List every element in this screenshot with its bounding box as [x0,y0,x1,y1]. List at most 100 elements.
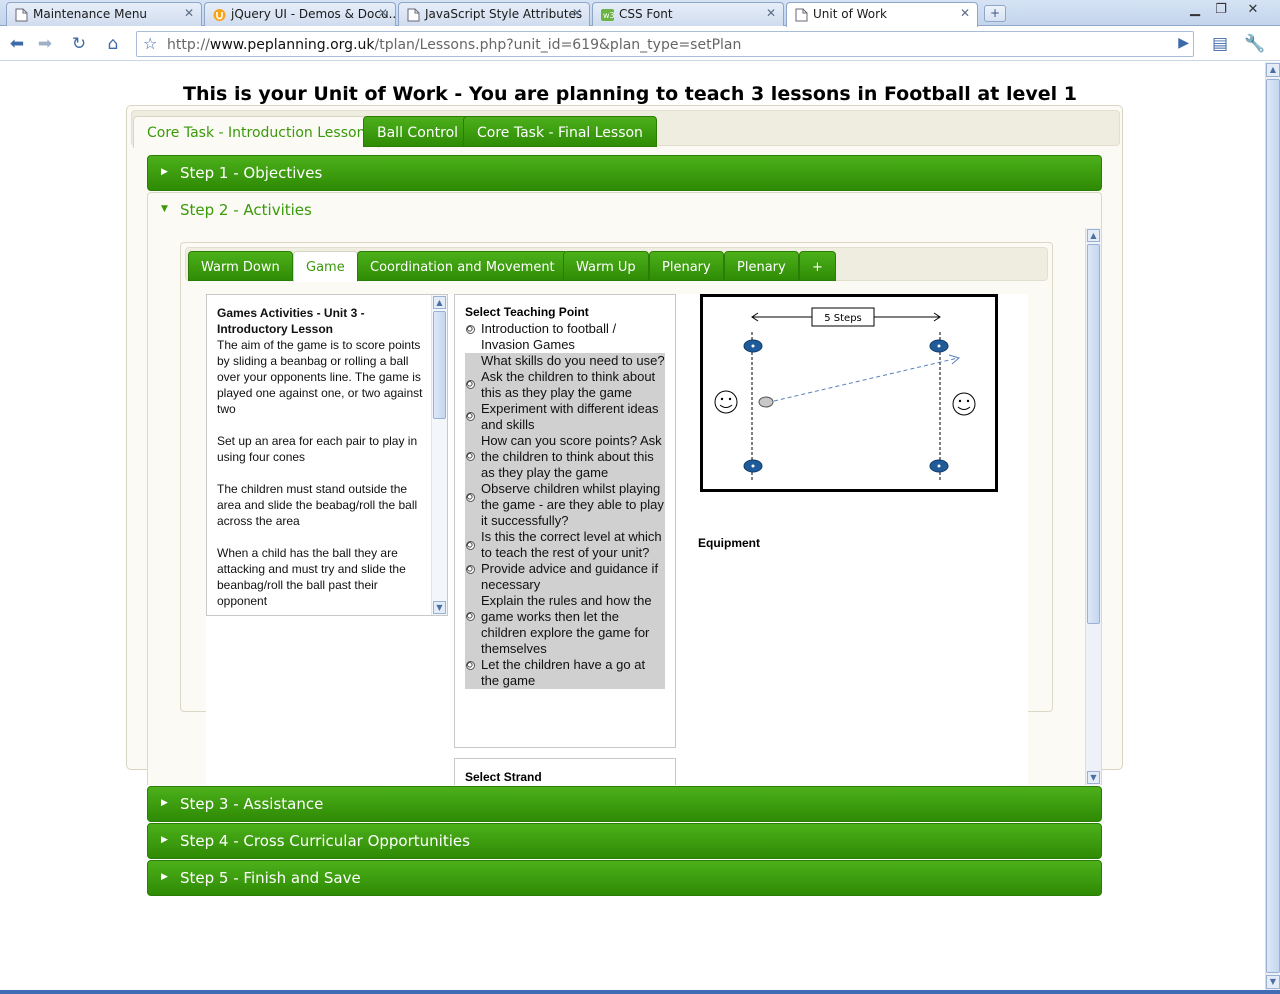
close-icon[interactable]: ✕ [378,6,388,20]
teaching-point-item[interactable]: Provide advice and guidance if necessary [465,561,665,593]
scroll-up-icon[interactable]: ▲ [433,296,446,309]
teaching-point-item[interactable]: Experiment with different ideas and skil… [465,401,665,433]
teaching-point-item[interactable]: Observe children whilst playing the game… [465,481,665,529]
description-paragraph: The children must stand outside the area… [217,482,418,528]
close-icon[interactable]: ✕ [960,6,970,20]
football-icon [466,380,475,389]
step-2-scrollbar[interactable]: ▲ ▼ [1085,228,1101,785]
equipment-label: Equipment [698,536,760,550]
football-icon [466,452,475,461]
teaching-point-item[interactable]: What skills do you need to use? Ask the … [465,353,665,401]
back-icon[interactable]: ⬅ [4,31,30,57]
w3schools-icon: w3 [601,9,614,21]
teaching-point-text: Let the children have a go at the game [481,657,646,688]
scroll-up-icon[interactable]: ▲ [1087,229,1100,242]
browser-tab-css-font[interactable]: w3 CSS Font ✕ [592,2,784,26]
teaching-point-item[interactable]: How can you score points? Ask the childr… [465,433,665,481]
tab-core-task-introduction[interactable]: Core Task - Introduction Lesson [133,116,380,148]
distance-label: 5 Steps [824,313,862,324]
description-scrollbar[interactable]: ▲ ▼ [431,295,447,615]
teaching-point-text: What skills do you need to use? Ask the … [481,353,665,400]
teaching-point-item[interactable]: Explain the rules and how the game works… [465,593,665,657]
new-tab-button[interactable]: + [984,5,1006,22]
tab-warm-up[interactable]: Warm Up [563,251,649,281]
triangle-down-icon: ▼ [161,204,168,214]
scroll-down-icon[interactable]: ▼ [1266,975,1280,989]
tab-coordination-movement[interactable]: Coordination and Movement [357,251,568,281]
browser-tab-label: Unit of Work [813,7,888,21]
teaching-point-title: Select Teaching Point [465,305,589,319]
triangle-right-icon: ▶ [161,872,168,882]
url-text: http://www.peplanning.org.uk/tplan/Lesso… [167,37,742,53]
tab-warm-down[interactable]: Warm Down [188,251,293,281]
close-icon[interactable]: ✕ [184,6,194,20]
scroll-down-icon[interactable]: ▼ [433,601,446,614]
browser-tab-strip: Maintenance Menu ✕ jQuery UI - Demos & D… [0,0,1280,27]
activity-description: Games Activities - Unit 3 - Introductory… [217,305,425,615]
step-2-header[interactable]: ▼ Step 2 - Activities [147,192,1102,228]
teaching-point-text: Experiment with different ideas and skil… [481,401,659,432]
step-3-header[interactable]: ▶ Step 3 - Assistance [147,786,1102,822]
browser-tab-jquery-ui[interactable]: jQuery UI - Demos & Docu... ✕ [204,2,396,26]
football-icon [466,612,475,621]
tab-core-task-final[interactable]: Core Task - Final Lesson [463,116,657,147]
address-bar[interactable]: ☆ http://www.peplanning.org.uk/tplan/Les… [136,31,1194,57]
tab-plenary-1[interactable]: Plenary [649,251,724,281]
browser-tab-label: JavaScript Style Attributes [425,7,583,21]
page-title: This is your Unit of Work - You are plan… [183,83,1077,105]
wrench-icon[interactable]: 🔧 [1240,31,1270,57]
teaching-point-item[interactable]: Let the children have a go at the game [465,657,665,689]
restore-icon[interactable]: ❐ [1208,2,1234,20]
step-1-header[interactable]: ▶ Step 1 - Objectives [147,155,1102,191]
tab-plenary-2[interactable]: Plenary [724,251,799,281]
tab-ball-control[interactable]: Ball Control [363,116,473,147]
step-4-header[interactable]: ▶ Step 4 - Cross Curricular Opportunitie… [147,823,1102,859]
status-strip [0,990,1280,994]
step-5-header[interactable]: ▶ Step 5 - Finish and Save [147,860,1102,896]
tab-game[interactable]: Game [293,251,358,282]
go-arrow-icon[interactable]: ▶ [1178,35,1189,51]
scroll-thumb[interactable] [1087,244,1100,624]
triangle-right-icon: ▶ [161,167,168,177]
step-3-label: Step 3 - Assistance [180,795,324,813]
reload-icon[interactable]: ↻ [66,31,92,57]
window-close-icon[interactable]: ✕ [1240,2,1266,20]
step-4-label: Step 4 - Cross Curricular Opportunities [180,832,470,850]
teaching-point-list: Introduction to football / Invasion Game… [465,321,665,689]
home-icon[interactable]: ⌂ [100,31,126,57]
teaching-point-text: How can you score points? Ask the childr… [481,433,662,480]
close-icon[interactable]: ✕ [572,6,582,20]
triangle-right-icon: ▶ [161,798,168,808]
football-icon [466,661,475,670]
minimize-icon[interactable]: ▁ [1182,2,1208,20]
close-icon[interactable]: ✕ [766,6,776,20]
browser-tab-label: CSS Font [619,7,673,21]
browser-tab-maintenance-menu[interactable]: Maintenance Menu ✕ [6,2,202,26]
page-icon [15,8,28,22]
teaching-point-item[interactable]: Introduction to football / Invasion Game… [465,321,665,353]
teaching-point-text: Provide advice and guidance if necessary [481,561,659,592]
browser-tab-js-style[interactable]: JavaScript Style Attributes ✕ [398,2,590,26]
scroll-thumb[interactable] [433,311,446,419]
description-paragraph: Set up an area for each pair to play in … [217,434,418,464]
football-icon [466,325,475,334]
browser-tab-unit-of-work[interactable]: Unit of Work ✕ [786,2,978,27]
scroll-up-icon[interactable]: ▲ [1266,63,1280,77]
triangle-right-icon: ▶ [161,835,168,845]
page-menu-icon[interactable]: ▤ [1206,31,1234,57]
forward-icon[interactable]: ➡ [32,31,58,57]
teaching-point-item[interactable]: Is this the correct level at which to te… [465,529,665,561]
jquery-icon [213,9,226,21]
scroll-thumb[interactable] [1266,79,1280,973]
bookmark-star-icon[interactable]: ☆ [143,34,157,53]
browser-tab-label: jQuery UI - Demos & Docu... [231,7,396,21]
add-tab-button[interactable]: + [799,251,836,281]
description-title: Games Activities - Unit 3 - Introductory… [217,306,365,336]
strand-title: Select Strand [465,770,542,784]
scroll-down-icon[interactable]: ▼ [1087,771,1100,784]
teaching-point-text: Observe children whilst playing the game… [481,481,664,528]
step-2-content: Warm Down Game Coordination and Movement… [147,228,1102,785]
activity-tab-nav: Warm Down Game Coordination and Movement… [185,247,1048,282]
description-paragraph: The aim of the game is to score points b… [217,338,423,416]
page-scrollbar[interactable]: ▲ ▼ [1265,62,1280,990]
